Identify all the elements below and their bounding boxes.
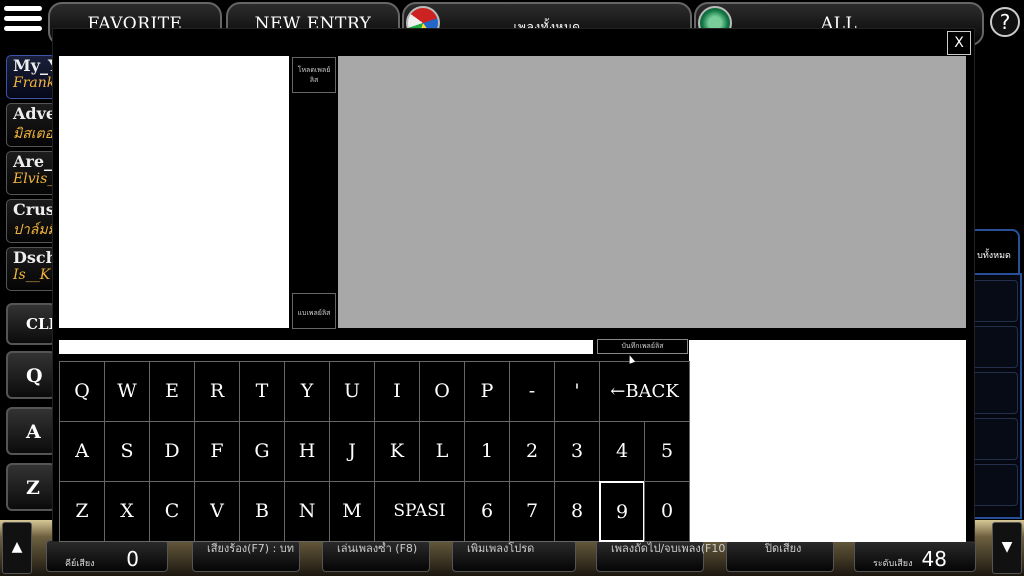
key-5[interactable]: 5 (644, 421, 690, 482)
load-playlist-button[interactable]: โหลดเพลย์ลิส (292, 57, 336, 93)
scroll-down-button[interactable]: ▼ (992, 522, 1022, 574)
key-u[interactable]: U (329, 361, 375, 422)
key-e[interactable]: E (149, 361, 195, 422)
key--[interactable]: - (509, 361, 555, 422)
song-list-item[interactable]: Adve มิสเตอร์ (6, 103, 56, 147)
mute-button[interactable]: ปิดเสียง (726, 540, 834, 572)
key-g[interactable]: G (239, 421, 285, 482)
menu-icon[interactable] (4, 6, 42, 36)
key-a[interactable]: A (59, 421, 105, 482)
playlist-list[interactable] (59, 56, 289, 328)
key-backspace[interactable]: ←BACK (599, 361, 690, 422)
key-value: 0 (126, 547, 139, 571)
song-artist: ปาล์มมี่ (13, 222, 56, 238)
key-w[interactable]: W (104, 361, 150, 422)
key-h[interactable]: H (284, 421, 330, 482)
key-z[interactable]: Z (59, 481, 105, 542)
playlist-detail-box (689, 340, 966, 542)
playlist-name-input[interactable] (59, 340, 593, 354)
key-8[interactable]: 8 (554, 481, 600, 542)
help-button[interactable]: ? (990, 7, 1020, 37)
key-j[interactable]: J (329, 421, 375, 482)
key-l[interactable]: L (419, 421, 465, 482)
on-screen-keyboard: Q W E R T Y U I O P - ' ←BACK A S D F G H J K L 1 2 3 4 5 Z X C V B N M SP… (59, 361, 690, 545)
bg-key-a[interactable]: A (6, 407, 56, 455)
song-artist: Elvis_ (13, 171, 55, 187)
key-7[interactable]: 7 (509, 481, 555, 542)
key-q[interactable]: Q (59, 361, 105, 422)
key-f[interactable]: F (194, 421, 240, 482)
key-4[interactable]: 4 (599, 421, 645, 482)
bg-key-q[interactable]: Q (6, 351, 56, 399)
song-artist: Is__K (13, 267, 51, 283)
song-artist: มิสเตอร์ (13, 126, 56, 142)
queue-slot[interactable] (972, 372, 1018, 414)
playlist-preview (338, 56, 966, 328)
song-title: Adve (13, 104, 56, 123)
queue-slot[interactable] (972, 464, 1018, 506)
key-s[interactable]: S (104, 421, 150, 482)
key-2[interactable]: 2 (509, 421, 555, 482)
song-list-item[interactable]: My_Y Frank (6, 55, 56, 99)
key-'[interactable]: ' (554, 361, 600, 422)
queue-slot[interactable] (972, 280, 1018, 322)
key-space[interactable]: SPASI (374, 481, 465, 542)
bg-key-z[interactable]: Z (6, 463, 56, 511)
key-9[interactable]: 9 (599, 481, 645, 542)
edit-playlist-button[interactable]: แบเพลย์ลิส (292, 293, 336, 329)
key-6[interactable]: 6 (464, 481, 510, 542)
song-list-item[interactable]: Crus ปาล์มมี่ (6, 199, 56, 243)
clear-button[interactable]: CLE (6, 303, 60, 345)
key-1[interactable]: 1 (464, 421, 510, 482)
song-title: Are_ (13, 152, 53, 171)
key-i[interactable]: I (374, 361, 420, 422)
song-title: Crus (13, 200, 55, 219)
all-songs-side-tab[interactable]: บทั้งหมด (968, 229, 1020, 273)
key-v[interactable]: V (194, 481, 240, 542)
key-0[interactable]: 0 (644, 481, 690, 542)
key-x[interactable]: X (104, 481, 150, 542)
song-title: Dsch (13, 248, 56, 267)
key-t[interactable]: T (239, 361, 285, 422)
volume-label: ระดับเสียง (873, 559, 913, 569)
queue-slot[interactable] (972, 418, 1018, 460)
volume-control[interactable]: ระดับเสียง 48 (854, 540, 976, 572)
key-n[interactable]: N (284, 481, 330, 542)
key-m[interactable]: M (329, 481, 375, 542)
key-c[interactable]: C (149, 481, 195, 542)
song-title: My_Y (13, 56, 56, 75)
key-p[interactable]: P (464, 361, 510, 422)
queue-slot[interactable] (972, 326, 1018, 368)
song-artist: Frank (13, 75, 56, 91)
key-r[interactable]: R (194, 361, 240, 422)
volume-value: 48 (921, 547, 947, 571)
key-o[interactable]: O (419, 361, 465, 422)
key-d[interactable]: D (149, 421, 195, 482)
key-y[interactable]: Y (284, 361, 330, 422)
song-list-item[interactable]: Are_ Elvis_ (6, 151, 56, 195)
key-b[interactable]: B (239, 481, 285, 542)
song-list-item[interactable]: Dsch Is__K (6, 247, 56, 291)
key-label: คีย์เสียง (65, 559, 95, 569)
key-k[interactable]: K (374, 421, 420, 482)
close-button[interactable]: X (947, 31, 971, 55)
scroll-up-button[interactable]: ▲ (2, 522, 32, 574)
save-playlist-button[interactable]: บันทึกเพลย์ลิส (597, 339, 688, 354)
key-3[interactable]: 3 (554, 421, 600, 482)
